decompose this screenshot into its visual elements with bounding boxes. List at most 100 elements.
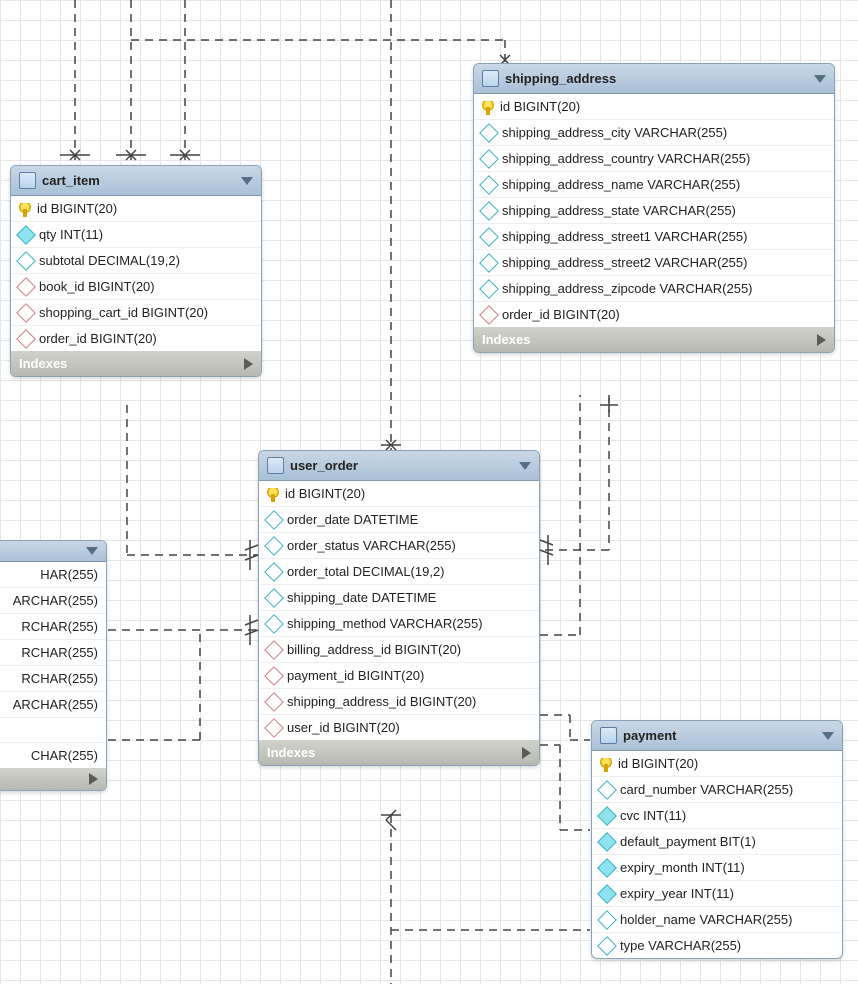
chevron-down-icon[interactable] [519, 462, 531, 470]
indexes-section[interactable]: Indexes [259, 740, 539, 765]
fk-icon [264, 666, 284, 686]
column[interactable]: book_id BIGINT(20) [11, 274, 261, 300]
column[interactable]: user_id BIGINT(20) [259, 715, 539, 740]
table-title: shipping_address [505, 71, 616, 86]
column[interactable]: order_date DATETIME [259, 507, 539, 533]
column[interactable]: shipping_method VARCHAR(255) [259, 611, 539, 637]
play-icon [244, 358, 253, 370]
indexes-section[interactable]: Indexes [474, 327, 834, 352]
diamond-icon [597, 858, 617, 878]
column[interactable]: default_payment BIT(1) [592, 829, 842, 855]
column[interactable]: shipping_address_zipcode VARCHAR(255) [474, 276, 834, 302]
diamond-icon [264, 510, 284, 530]
column[interactable]: order_total DECIMAL(19,2) [259, 559, 539, 585]
column[interactable]: RCHAR(255) [0, 640, 106, 666]
table-header[interactable]: cart_item [11, 166, 261, 196]
key-icon [482, 101, 494, 113]
column[interactable]: shipping_address_street1 VARCHAR(255) [474, 224, 834, 250]
column[interactable]: qty INT(11) [11, 222, 261, 248]
diamond-icon [479, 253, 499, 273]
column[interactable]: id BIGINT(20) [259, 481, 539, 507]
diamond-icon [264, 562, 284, 582]
table-cart-item[interactable]: cart_item id BIGINT(20) qty INT(11) subt… [10, 165, 262, 377]
column[interactable]: type VARCHAR(255) [592, 933, 842, 958]
erd-canvas[interactable]: cart_item id BIGINT(20) qty INT(11) subt… [0, 0, 858, 984]
column[interactable]: ARCHAR(255) [0, 692, 106, 718]
column[interactable]: order_id BIGINT(20) [11, 326, 261, 351]
diamond-icon [479, 149, 499, 169]
column[interactable]: shipping_address_name VARCHAR(255) [474, 172, 834, 198]
play-icon [817, 334, 826, 346]
column[interactable]: ARCHAR(255) [0, 588, 106, 614]
play-icon [522, 747, 531, 759]
column[interactable]: expiry_year INT(11) [592, 881, 842, 907]
key-icon [19, 203, 31, 215]
column[interactable]: cvc INT(11) [592, 803, 842, 829]
column[interactable]: RCHAR(255) [0, 666, 106, 692]
table-header[interactable] [0, 541, 106, 562]
column[interactable]: id BIGINT(20) [592, 751, 842, 777]
column[interactable]: shipping_address_street2 VARCHAR(255) [474, 250, 834, 276]
column[interactable]: order_id BIGINT(20) [474, 302, 834, 327]
diamond-icon [479, 279, 499, 299]
column-list: id BIGINT(20) shipping_address_city VARC… [474, 94, 834, 327]
table-partial-left[interactable]: HAR(255) ARCHAR(255) RCHAR(255) RCHAR(25… [0, 540, 107, 791]
column[interactable]: HAR(255) [0, 562, 106, 588]
fk-icon [16, 329, 36, 349]
play-icon [89, 773, 98, 785]
column[interactable]: order_status VARCHAR(255) [259, 533, 539, 559]
column[interactable]: shipping_address_state VARCHAR(255) [474, 198, 834, 224]
chevron-down-icon[interactable] [86, 547, 98, 555]
column-list: id BIGINT(20) qty INT(11) subtotal DECIM… [11, 196, 261, 351]
table-shipping-address[interactable]: shipping_address id BIGINT(20) shipping_… [473, 63, 835, 353]
fk-icon [16, 303, 36, 323]
column[interactable]: card_number VARCHAR(255) [592, 777, 842, 803]
table-icon [482, 70, 499, 87]
fk-icon [264, 692, 284, 712]
diamond-icon [479, 201, 499, 221]
column[interactable]: CHAR(255) [0, 743, 106, 768]
indexes-section[interactable]: Indexes [11, 351, 261, 376]
fk-icon [264, 718, 284, 738]
table-payment[interactable]: payment id BIGINT(20) card_number VARCHA… [591, 720, 843, 959]
column[interactable]: payment_id BIGINT(20) [259, 663, 539, 689]
diamond-icon [597, 806, 617, 826]
fk-icon [479, 305, 499, 325]
column[interactable]: id BIGINT(20) [11, 196, 261, 222]
column[interactable]: expiry_month INT(11) [592, 855, 842, 881]
column[interactable] [0, 718, 106, 743]
diamond-icon [597, 884, 617, 904]
column[interactable]: subtotal DECIMAL(19,2) [11, 248, 261, 274]
diamond-icon [264, 536, 284, 556]
diamond-icon [479, 227, 499, 247]
column[interactable]: shipping_address_country VARCHAR(255) [474, 146, 834, 172]
diamond-icon [264, 614, 284, 634]
column[interactable]: RCHAR(255) [0, 614, 106, 640]
column-list: HAR(255) ARCHAR(255) RCHAR(255) RCHAR(25… [0, 562, 106, 768]
table-header[interactable]: payment [592, 721, 842, 751]
chevron-down-icon[interactable] [814, 75, 826, 83]
indexes-section[interactable] [0, 768, 106, 790]
table-header[interactable]: user_order [259, 451, 539, 481]
column[interactable]: holder_name VARCHAR(255) [592, 907, 842, 933]
diamond-icon [16, 251, 36, 271]
table-header[interactable]: shipping_address [474, 64, 834, 94]
column[interactable]: shopping_cart_id BIGINT(20) [11, 300, 261, 326]
diamond-icon [264, 588, 284, 608]
chevron-down-icon[interactable] [822, 732, 834, 740]
chevron-down-icon[interactable] [241, 177, 253, 185]
column[interactable]: billing_address_id BIGINT(20) [259, 637, 539, 663]
column[interactable]: id BIGINT(20) [474, 94, 834, 120]
diamond-icon [16, 225, 36, 245]
table-icon [19, 172, 36, 189]
table-user-order[interactable]: user_order id BIGINT(20) order_date DATE… [258, 450, 540, 766]
diamond-icon [479, 123, 499, 143]
table-title: cart_item [42, 173, 100, 188]
column-list: id BIGINT(20) card_number VARCHAR(255) c… [592, 751, 842, 958]
column[interactable]: shipping_address_city VARCHAR(255) [474, 120, 834, 146]
table-icon [267, 457, 284, 474]
column[interactable]: shipping_address_id BIGINT(20) [259, 689, 539, 715]
diamond-icon [597, 936, 617, 956]
column[interactable]: shipping_date DATETIME [259, 585, 539, 611]
table-title: payment [623, 728, 676, 743]
